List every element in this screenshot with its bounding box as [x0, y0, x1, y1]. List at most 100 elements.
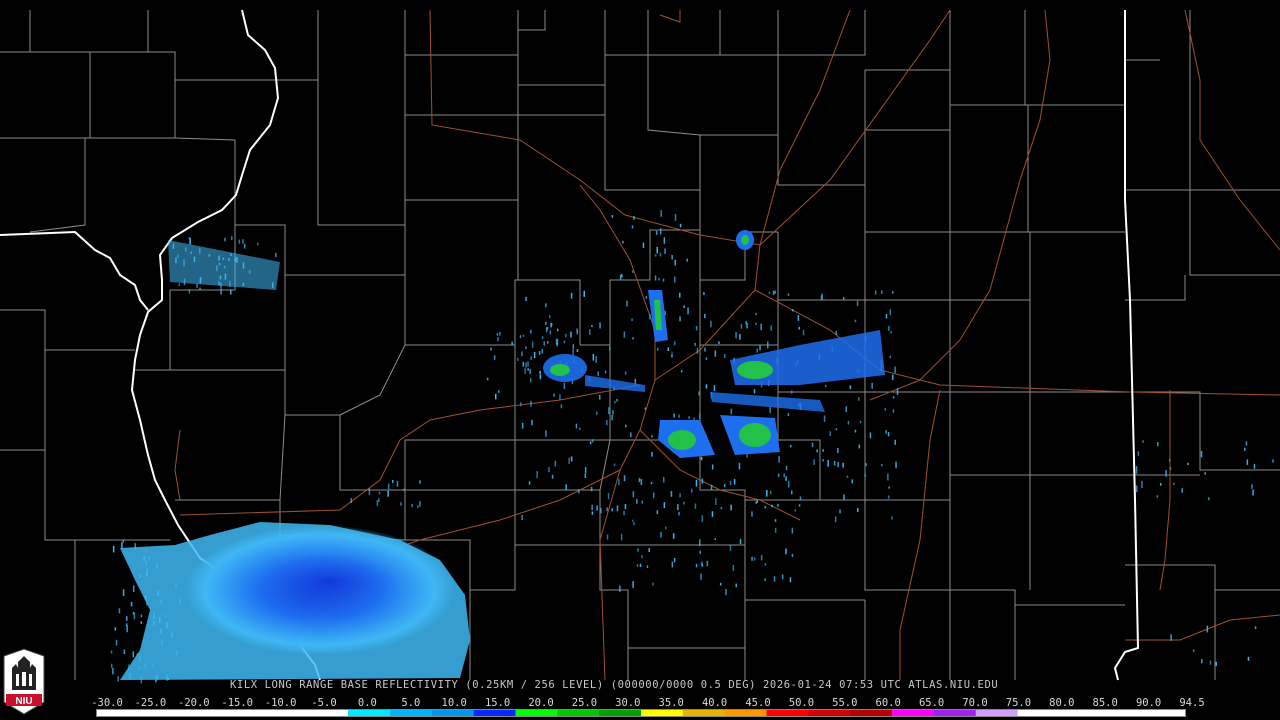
- scale-segment: [473, 710, 516, 716]
- echo-speckle: [764, 506, 766, 509]
- echo-speckle: [713, 385, 716, 392]
- echo-speckle: [171, 632, 173, 639]
- echo-speckle: [778, 456, 780, 463]
- echo-speckle: [699, 413, 701, 419]
- echo-speckle: [864, 474, 866, 477]
- echo-speckle: [1251, 484, 1253, 489]
- echo-speckle: [788, 480, 790, 488]
- echo-speckle: [578, 489, 580, 494]
- echo-speckle: [1204, 472, 1206, 475]
- echo-speckle: [651, 451, 653, 457]
- scale-label: 60.0: [875, 697, 901, 709]
- echo-speckle: [400, 502, 402, 506]
- echo-speckle: [701, 515, 704, 522]
- scale-label: 50.0: [788, 697, 815, 709]
- echo-speckle: [614, 401, 616, 404]
- scale-segment: [1101, 710, 1144, 716]
- scale-segment: [975, 710, 1019, 716]
- scale-label: -20.0: [177, 697, 210, 709]
- scale-segment: [808, 710, 851, 716]
- echo-speckle: [774, 519, 777, 522]
- echo-speckle: [133, 585, 135, 593]
- echo-speckle: [789, 577, 792, 583]
- tilt-angle: 0.5 DEG): [700, 679, 757, 691]
- echo-speckle: [138, 667, 141, 670]
- echo-speckle: [631, 519, 634, 522]
- scale-segment: [348, 710, 391, 716]
- scale-label: -10.0: [264, 697, 297, 709]
- echo-speckle: [596, 411, 598, 415]
- echo-speckle: [521, 351, 523, 357]
- echo-speckle: [823, 415, 826, 422]
- echo-speckle: [1181, 488, 1183, 493]
- echo-speckle: [639, 563, 642, 567]
- echo-speckle: [392, 480, 394, 483]
- echo-speckle: [894, 439, 896, 445]
- echo-speckle: [641, 555, 643, 559]
- echo-speckle: [519, 335, 522, 338]
- echo-speckle: [607, 493, 610, 500]
- echo-speckle: [497, 336, 499, 342]
- echo-speckle: [663, 502, 666, 508]
- echo-speckle: [112, 545, 115, 553]
- echo-speckle: [650, 481, 653, 485]
- echo-speckle: [714, 350, 717, 357]
- echo-speckle: [132, 612, 135, 615]
- echo-speckle: [499, 332, 501, 336]
- echo-speckle: [522, 361, 525, 367]
- echo-speckle: [845, 406, 847, 413]
- echo-speckle: [616, 399, 618, 402]
- echo-speckle: [751, 556, 753, 561]
- echo-speckle: [583, 290, 585, 297]
- echo-speckle: [486, 377, 489, 381]
- echo-speckle: [720, 506, 723, 510]
- echo-speckle: [854, 319, 857, 323]
- echo-speckle: [1169, 467, 1172, 470]
- echo-speckle: [1136, 485, 1138, 493]
- echo-speckle: [695, 479, 698, 487]
- echo-speckle: [493, 355, 496, 360]
- scale-label: 20.0: [528, 697, 554, 709]
- echo-speckle: [888, 486, 890, 489]
- echo-speckle: [833, 460, 836, 466]
- echo-speckle: [584, 467, 587, 473]
- echo-speckle: [536, 471, 538, 479]
- echo-speckle: [633, 216, 635, 220]
- echo-speckle: [740, 324, 743, 329]
- scale-segment: [892, 710, 935, 716]
- echo-speckle: [821, 293, 823, 300]
- echo-speckle: [1160, 483, 1162, 486]
- echo-speckle: [632, 491, 635, 498]
- echo-speckle: [378, 491, 381, 495]
- echo-speckle: [543, 341, 545, 346]
- echo-speckle: [759, 344, 761, 351]
- echo-speckle: [680, 369, 683, 373]
- echo-speckle: [1252, 489, 1254, 496]
- echo-speckle: [624, 504, 627, 510]
- echo-speckle: [729, 480, 732, 486]
- echo-speckle: [869, 432, 872, 439]
- echo-speckle: [683, 305, 685, 308]
- echo-speckle: [700, 573, 702, 580]
- echo-speckle: [530, 400, 532, 407]
- echo-speckle: [630, 432, 632, 438]
- scale-label: 65.0: [918, 697, 945, 709]
- echo-speckle: [891, 516, 893, 520]
- echo-speckle: [129, 673, 131, 679]
- echo-speckle: [179, 598, 181, 605]
- echo-speckle: [631, 318, 633, 321]
- echo-speckle: [673, 413, 675, 418]
- echo-speckle: [623, 475, 626, 482]
- echo-speckle: [387, 483, 390, 490]
- echo-speckle: [837, 461, 839, 468]
- echo-speckle: [620, 533, 623, 541]
- echo-cluster-northeast: [736, 230, 754, 250]
- product-name: LONG RANGE BASE REFLECTIVITY: [264, 679, 459, 691]
- echo-speckle: [674, 214, 677, 221]
- scale-segment: [766, 710, 809, 716]
- echo-speckle: [687, 307, 689, 315]
- echo-speckle: [1200, 451, 1203, 458]
- echo-speckle: [525, 362, 527, 368]
- echo-speckle: [764, 578, 766, 581]
- echo-speckle: [679, 223, 682, 228]
